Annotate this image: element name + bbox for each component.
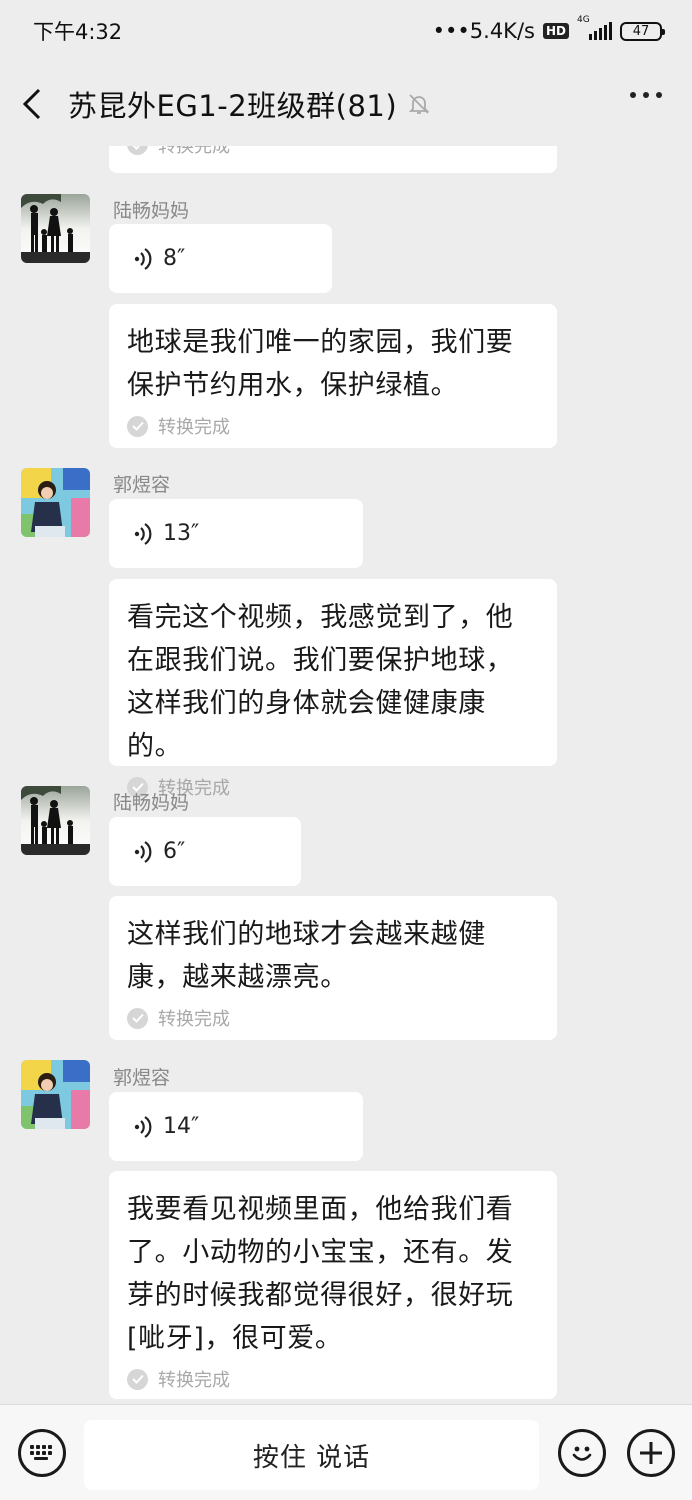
keyboard-icon xyxy=(30,1445,52,1460)
avatar-child-photo[interactable] xyxy=(21,468,90,537)
check-icon xyxy=(127,1368,148,1390)
status-indicators: •••5.4K/s HD 4G 47 xyxy=(432,16,665,43)
voice-duration: 6″ xyxy=(163,839,186,864)
status-bar: 下午4:32 •••5.4K/s HD 4G 47 xyxy=(0,0,692,62)
mute-bell-icon xyxy=(407,92,431,116)
conversion-label: 转换完成 xyxy=(158,1009,230,1030)
transcript-text: 地球是我们唯一的家园，我们要保护节约用水，保护绿植。 xyxy=(127,327,514,401)
chat-title: 苏昆外EG1-2班级群(81) xyxy=(68,89,398,123)
check-icon xyxy=(127,1007,148,1029)
voice-transcript[interactable]: 这样我们的地球才会越来越健康，越来越漂亮。 转换完成 xyxy=(109,896,557,1040)
check-icon xyxy=(127,415,148,437)
voice-duration: 8″ xyxy=(163,246,186,271)
conversion-status: 转换完成 xyxy=(127,1366,539,1392)
more-dot-icon xyxy=(656,92,662,98)
conversion-status: 转换完成 xyxy=(127,413,539,439)
avatar-child-photo[interactable] xyxy=(21,1060,90,1129)
voice-transcript[interactable]: 地球是我们唯一的家园，我们要保护节约用水，保护绿植。 转换完成 xyxy=(109,304,557,448)
plus-icon xyxy=(640,1442,662,1464)
check-icon xyxy=(127,146,148,155)
message-transcript-partial[interactable]: 转换完成 xyxy=(109,146,557,173)
input-bar: 按住 说话 xyxy=(0,1404,692,1500)
back-button[interactable] xyxy=(0,62,64,146)
voice-message[interactable]: 8″ xyxy=(109,224,332,293)
more-dot-icon xyxy=(643,92,649,98)
sender-name: 陆畅妈妈 xyxy=(113,200,190,222)
more-options-button[interactable] xyxy=(630,92,662,98)
battery-icon: 47 xyxy=(620,21,665,41)
voice-wave-icon xyxy=(133,840,155,864)
avatar-family-silhouette[interactable] xyxy=(21,194,90,263)
conversion-label: 转换完成 xyxy=(158,417,230,438)
battery-level: 47 xyxy=(632,23,650,39)
sender-name: 陆畅妈妈 xyxy=(113,792,190,814)
conversion-status: 转换完成 xyxy=(127,146,539,173)
back-arrow-icon xyxy=(22,88,41,120)
signal-icon: 4G xyxy=(577,16,612,40)
chat-header: 苏昆外EG1-2班级群(81) xyxy=(0,62,692,146)
avatar-family-silhouette[interactable] xyxy=(21,786,90,855)
conversion-label: 转换完成 xyxy=(158,1370,230,1391)
conversion-status: 转换完成 xyxy=(127,1005,539,1031)
transcript-text: 我要看见视频里面，他给我们看了。小动物的小宝宝，还有。发芽的时候我都觉得很好，很… xyxy=(127,1194,514,1354)
keyboard-toggle-button[interactable] xyxy=(18,1429,66,1477)
network-speed: •••5.4K/s xyxy=(432,19,535,43)
voice-wave-icon xyxy=(133,247,155,271)
more-dot-icon xyxy=(630,92,636,98)
voice-wave-icon xyxy=(133,1115,155,1139)
voice-message[interactable]: 6″ xyxy=(109,817,301,886)
emoji-icon xyxy=(572,1446,592,1461)
hd-badge: HD xyxy=(542,23,569,39)
emoji-button[interactable] xyxy=(558,1429,606,1477)
more-features-button[interactable] xyxy=(627,1429,675,1477)
transcript-text: 看完这个视频，我感觉到了，他在跟我们说。我们要保护地球，这样我们的身体就会健健康… xyxy=(127,602,514,762)
voice-transcript[interactable]: 我要看见视频里面，他给我们看了。小动物的小宝宝，还有。发芽的时候我都觉得很好，很… xyxy=(109,1171,557,1399)
transcript-text: 这样我们的地球才会越来越健康，越来越漂亮。 xyxy=(127,919,486,993)
sender-name: 郭煜容 xyxy=(113,474,171,496)
message-list[interactable]: 转换完成 陆畅妈妈 8″ 地球是我们唯一的家园，我们要保护节约用水，保护绿植。 … xyxy=(0,146,692,1404)
hold-to-talk-button[interactable]: 按住 说话 xyxy=(84,1420,539,1490)
voice-duration: 13″ xyxy=(163,521,200,546)
voice-transcript[interactable]: 看完这个视频，我感觉到了，他在跟我们说。我们要保护地球，这样我们的身体就会健健康… xyxy=(109,579,557,799)
sender-name: 郭煜容 xyxy=(113,1067,171,1089)
conversion-label: 转换完成 xyxy=(158,146,230,157)
voice-duration: 14″ xyxy=(163,1114,200,1139)
voice-message[interactable]: 13″ xyxy=(109,499,363,568)
voice-message[interactable]: 14″ xyxy=(109,1092,363,1161)
network-type: 4G xyxy=(577,15,590,25)
status-time: 下午4:32 xyxy=(33,20,123,44)
voice-wave-icon xyxy=(133,522,155,546)
